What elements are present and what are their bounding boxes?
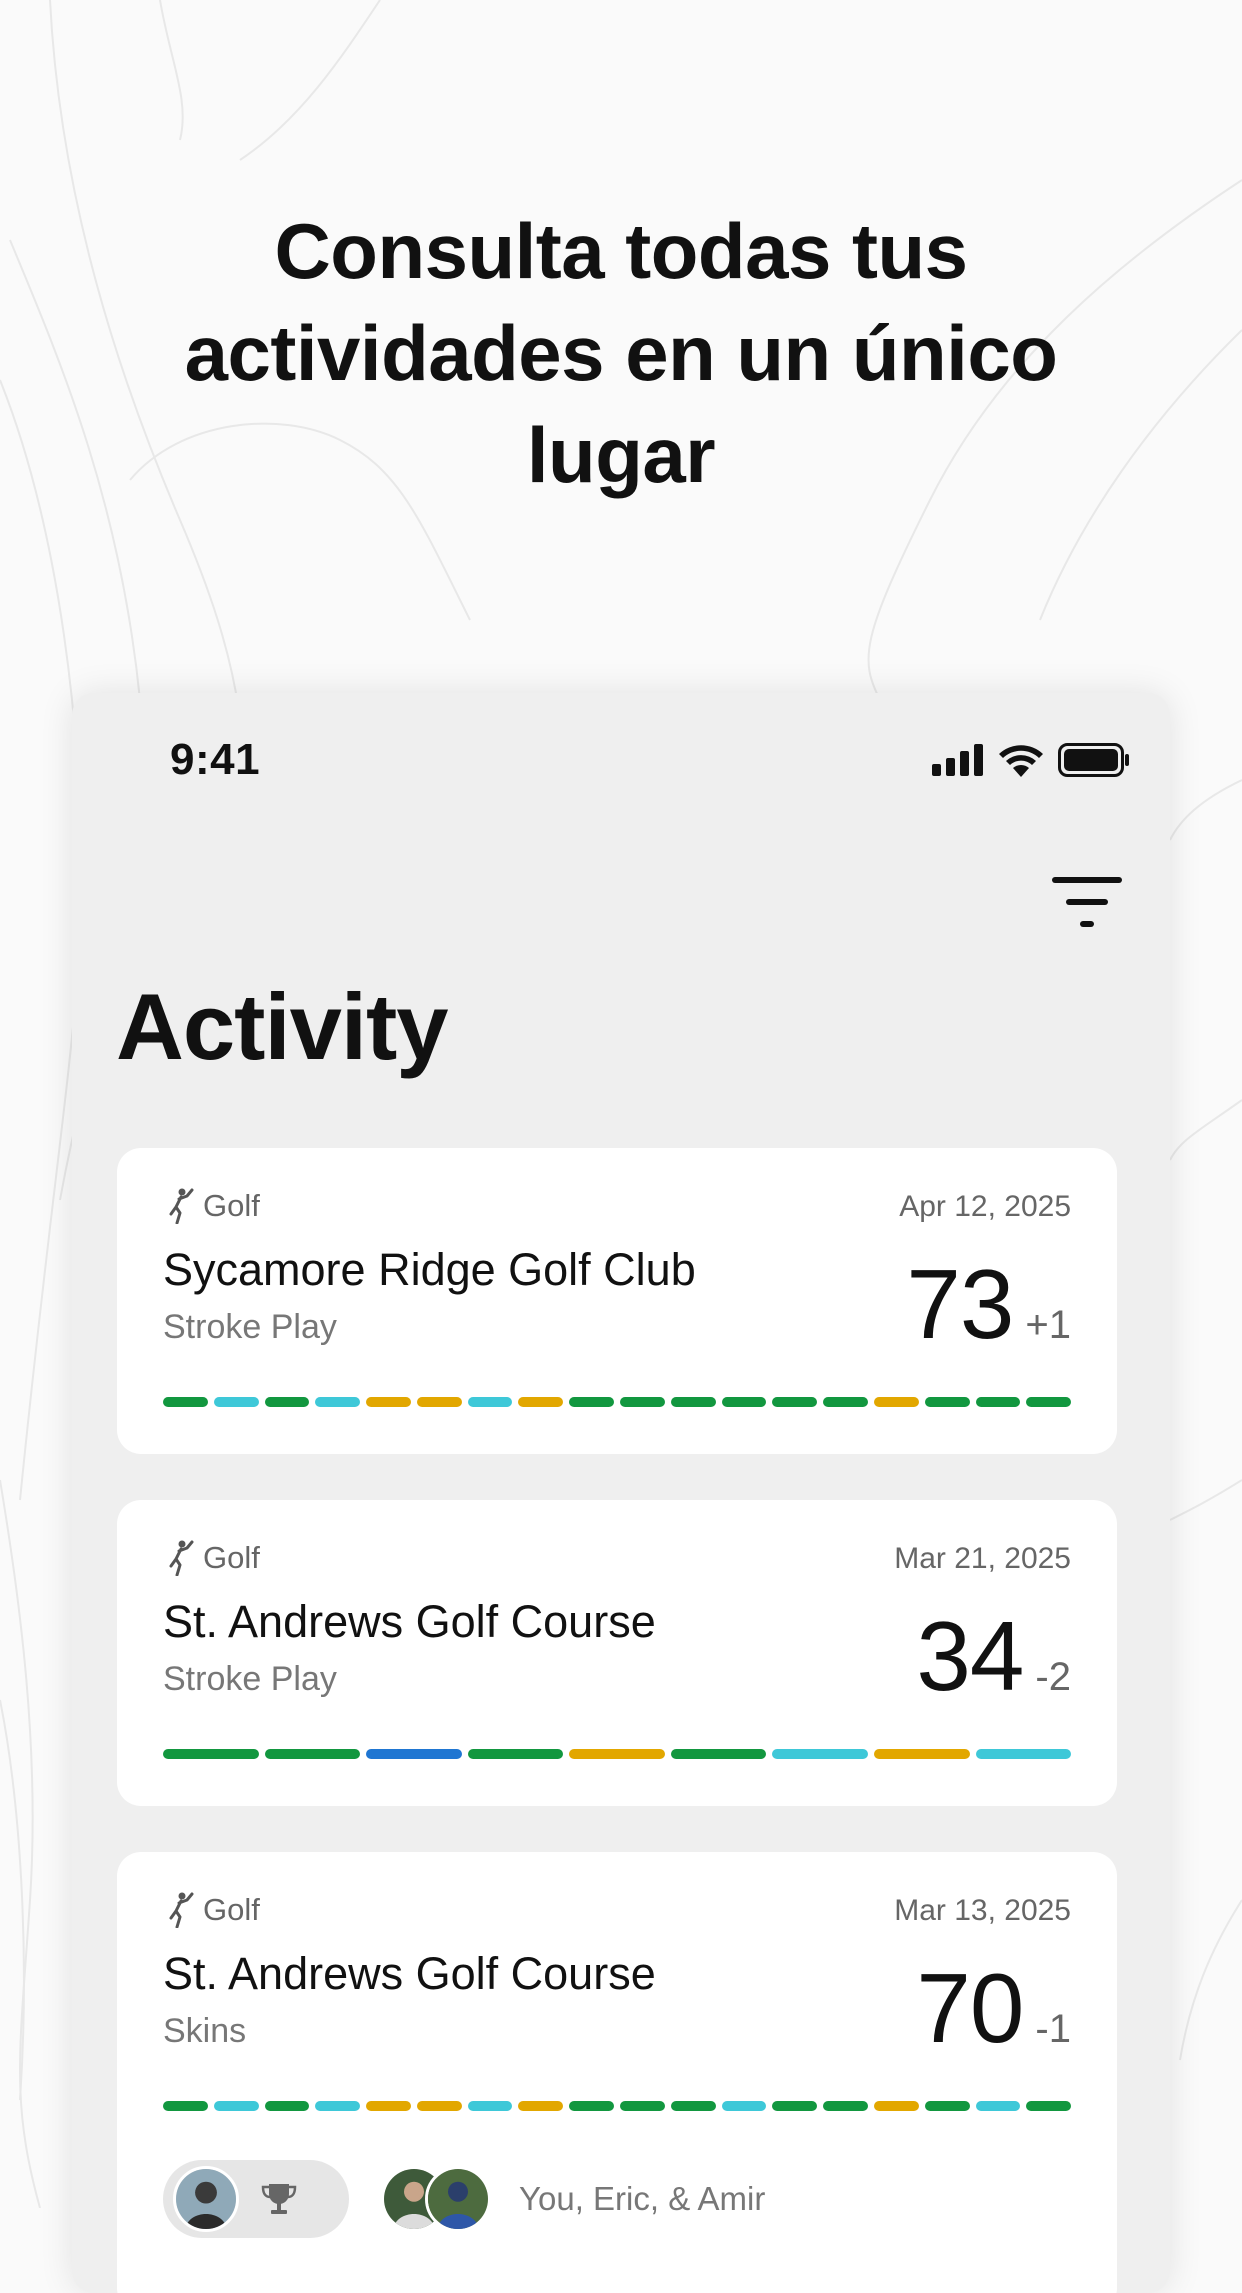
player-avatars — [381, 2166, 491, 2232]
hole-segment — [823, 1397, 868, 1407]
signal-icon — [932, 744, 983, 776]
hole-segment — [873, 1397, 919, 1407]
course-name: St. Andrews Golf Course — [163, 1948, 656, 1999]
score-block: 73 +1 — [906, 1248, 1071, 1361]
hole-segment — [467, 1397, 513, 1407]
activity-date: Mar 13, 2025 — [894, 1894, 1071, 1927]
hole-segment — [213, 1397, 259, 1407]
hole-segment — [975, 1397, 1021, 1407]
hole-segment — [264, 1397, 310, 1407]
hole-segment — [163, 1397, 208, 1407]
activity-type-label: Golf — [203, 1188, 260, 1223]
game-mode: Stroke Play — [163, 1660, 337, 1698]
activity-type: Golf — [163, 1892, 260, 1928]
hole-segment — [467, 1749, 564, 1759]
players-text: You, Eric, & Amir — [519, 2180, 766, 2217]
score-to-par: -1 — [1035, 2007, 1071, 2051]
score: 34 — [916, 1601, 1024, 1711]
hole-results-bar — [163, 1397, 1072, 1407]
hole-segment — [873, 2101, 919, 2111]
hole-segment — [264, 2101, 310, 2111]
hole-segment — [416, 2101, 462, 2111]
game-mode: Skins — [163, 2012, 247, 2050]
hole-segment — [975, 1749, 1072, 1759]
score: 70 — [916, 1953, 1024, 2063]
hole-segment — [366, 1397, 411, 1407]
hole-segment — [620, 2101, 665, 2111]
activity-type-label: Golf — [203, 1892, 260, 1927]
activity-date: Apr 12, 2025 — [899, 1190, 1071, 1223]
hole-segment — [518, 2101, 564, 2111]
activity-card[interactable]: Golf Mar 21, 2025 St. Andrews Golf Cours… — [117, 1500, 1117, 1806]
hole-segment — [620, 1397, 665, 1407]
status-time: 9:41 — [170, 735, 261, 784]
hole-segment — [569, 2101, 615, 2111]
hole-segment — [772, 1397, 818, 1407]
hole-segment — [213, 2101, 259, 2111]
hole-segment — [924, 2101, 970, 2111]
hole-segment — [975, 2101, 1021, 2111]
hole-segment — [569, 1397, 615, 1407]
filter-button[interactable] — [1052, 877, 1122, 931]
hole-segment — [772, 2101, 818, 2111]
winner-avatar — [173, 2166, 239, 2232]
hole-segment — [1026, 1397, 1072, 1407]
activity-type-label: Golf — [203, 1540, 260, 1575]
hole-segment — [924, 1397, 970, 1407]
hole-results-bar — [163, 1749, 1072, 1759]
score-block: 70 -1 — [916, 1952, 1071, 2065]
hole-segment — [163, 2101, 208, 2111]
hole-results-bar — [163, 2101, 1072, 2111]
hole-segment — [721, 1397, 767, 1407]
golfer-icon — [169, 1540, 194, 1576]
hole-segment — [315, 2101, 361, 2111]
hole-segment — [518, 1397, 564, 1407]
score: 73 — [906, 1249, 1014, 1359]
player-avatar — [425, 2166, 491, 2232]
activity-card[interactable]: Golf Mar 13, 2025 St. Andrews Golf Cours… — [117, 1852, 1117, 2293]
battery-icon — [1058, 743, 1129, 777]
score-to-par: -2 — [1035, 1655, 1071, 1699]
hole-segment — [670, 2101, 716, 2111]
activity-type: Golf — [163, 1188, 260, 1224]
course-name: St. Andrews Golf Course — [163, 1596, 656, 1647]
winner-pill[interactable] — [163, 2160, 349, 2238]
hole-segment — [873, 1749, 970, 1759]
hole-segment — [670, 1397, 716, 1407]
hole-segment — [264, 1749, 361, 1759]
hole-segment — [823, 2101, 868, 2111]
wifi-icon — [999, 745, 1043, 777]
game-mode: Stroke Play — [163, 1308, 337, 1346]
headline: Consulta todas tus actividades en un úni… — [184, 207, 1058, 499]
activity-type: Golf — [163, 1540, 260, 1576]
page-title: Activity — [116, 974, 449, 1079]
score-to-par: +1 — [1025, 1303, 1071, 1347]
hole-segment — [315, 1397, 361, 1407]
hole-segment — [670, 1749, 767, 1759]
activity-date: Mar 21, 2025 — [894, 1542, 1071, 1575]
hole-segment — [772, 1749, 868, 1759]
hole-segment — [366, 2101, 411, 2111]
golfer-icon — [169, 1188, 194, 1224]
hole-segment — [163, 1749, 259, 1759]
hole-segment — [467, 2101, 513, 2111]
golfer-icon — [169, 1892, 194, 1928]
hole-segment — [366, 1749, 462, 1759]
score-block: 34 -2 — [916, 1600, 1071, 1713]
filter-icon — [1052, 877, 1122, 927]
hole-segment — [721, 2101, 767, 2111]
hole-segment — [416, 1397, 462, 1407]
activity-card[interactable]: Golf Apr 12, 2025 Sycamore Ridge Golf Cl… — [117, 1148, 1117, 1454]
trophy-icon — [261, 2184, 297, 2214]
status-icons — [932, 743, 1130, 777]
card-footer: You, Eric, & Amir — [163, 2160, 765, 2238]
phone-screen: 9:41 Activity Golf Apr 12, 2025 Sycamore… — [72, 693, 1170, 2293]
hole-segment — [1026, 2101, 1072, 2111]
hole-segment — [569, 1749, 665, 1759]
course-name: Sycamore Ridge Golf Club — [163, 1244, 696, 1295]
